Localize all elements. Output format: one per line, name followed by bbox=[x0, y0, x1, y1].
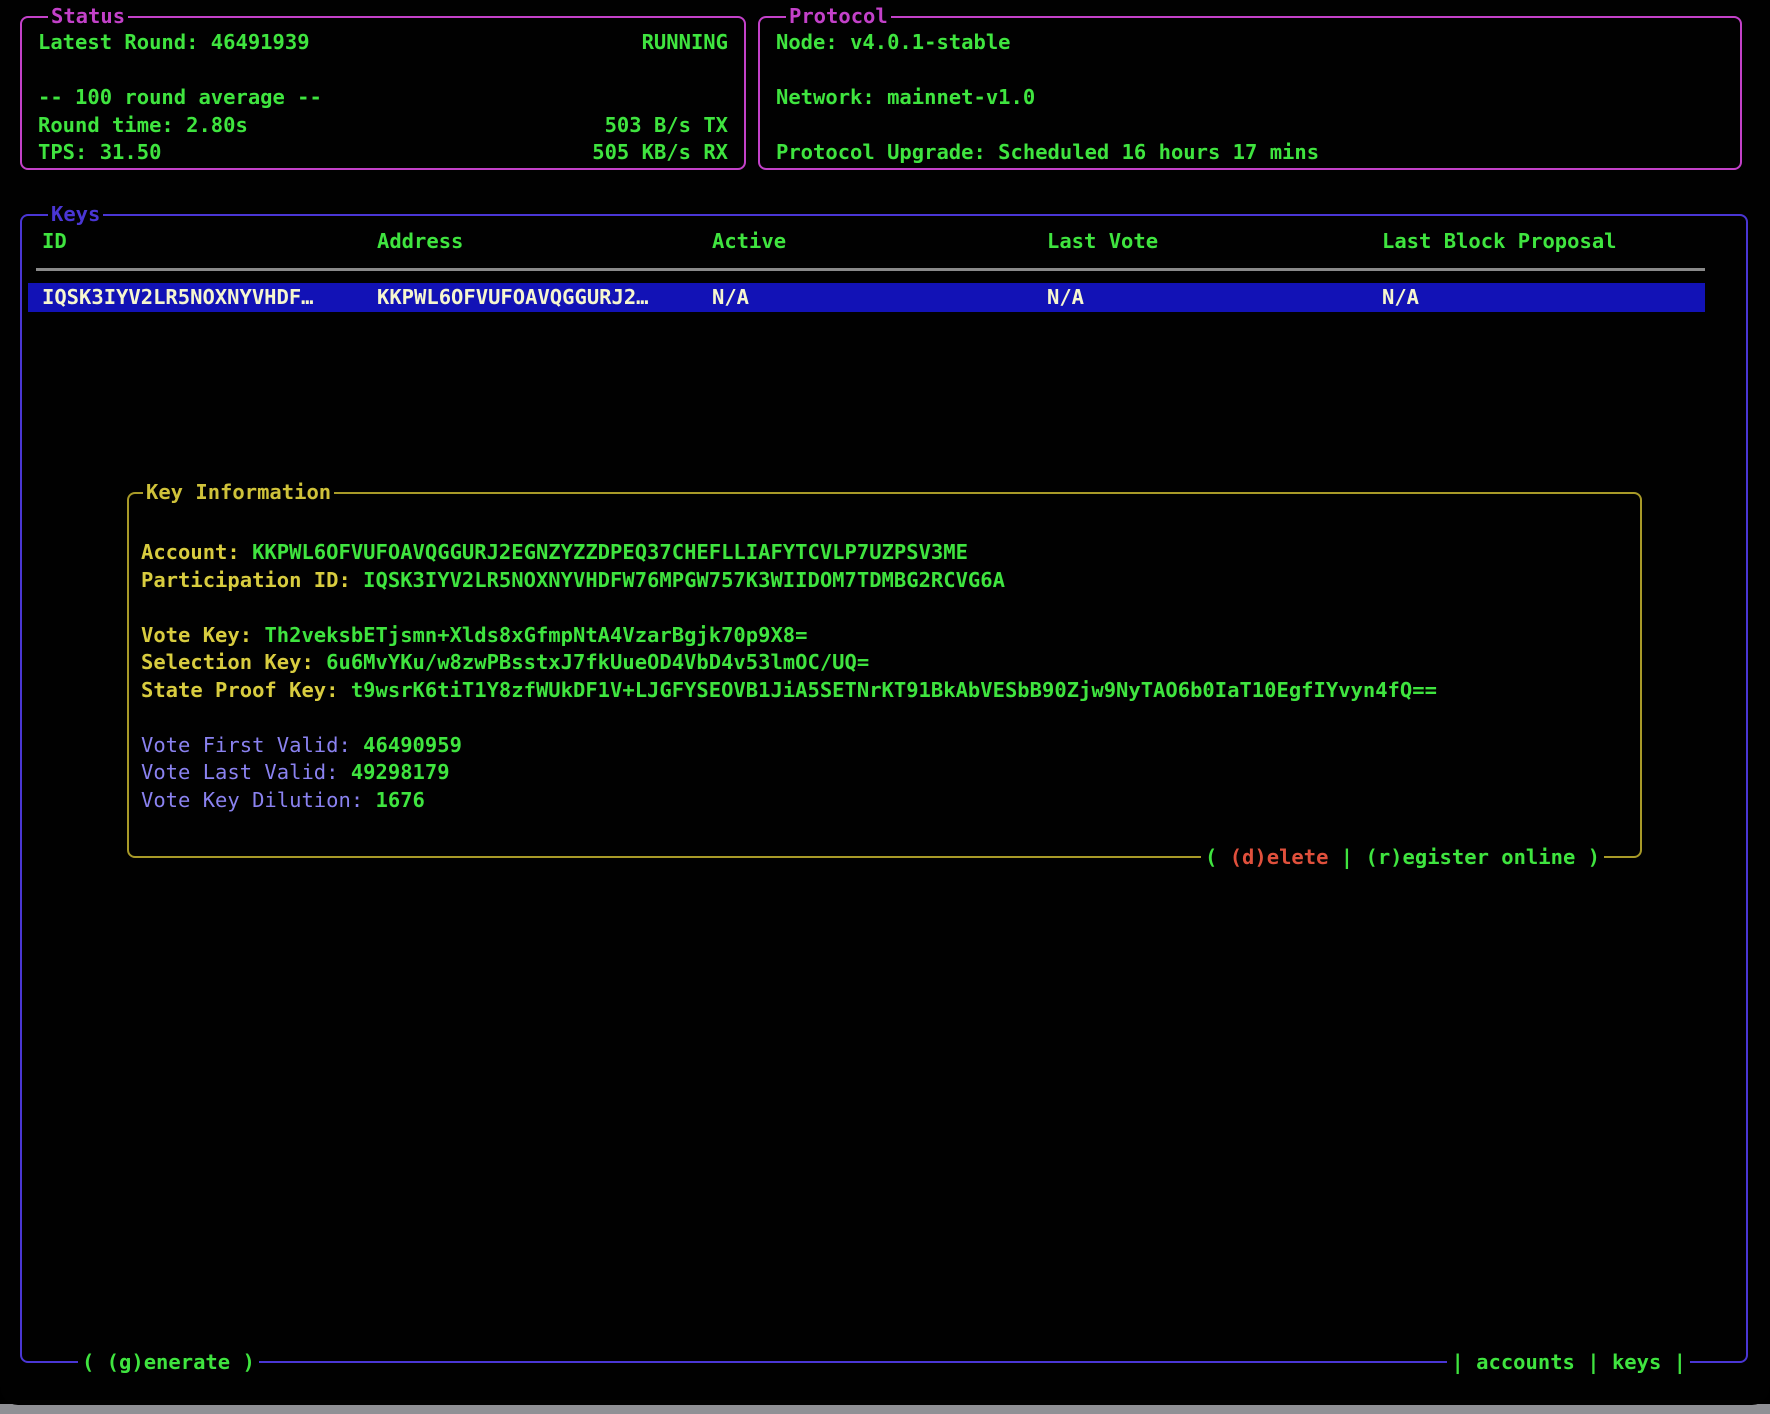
node-version: Node: v4.0.1-stable bbox=[776, 29, 1011, 57]
account-line: Account: KKPWL6OFVUFOAVQGGURJ2EGNZYZZDPE… bbox=[141, 539, 1640, 567]
vote-last-valid-label: Vote Last Valid: bbox=[141, 760, 338, 784]
page-nav: | accounts | keys | bbox=[1447, 1349, 1690, 1377]
round-time: Round time: 2.80s bbox=[38, 112, 248, 140]
row-cell-active: N/A bbox=[712, 284, 1047, 312]
tps-label: TPS: bbox=[38, 140, 87, 164]
status-line-round-time: Round time: 2.80s 503 B/s TX bbox=[38, 112, 728, 140]
table-header-separator bbox=[22, 256, 1746, 284]
status-panel: Status Latest Round: 46491939 RUNNING --… bbox=[20, 16, 746, 170]
spacer bbox=[38, 57, 728, 85]
table-row[interactable]: IQSK3IYV2LR5NOXNYVHDF… KKPWL6OFVUFOAVQGG… bbox=[28, 283, 1705, 312]
protocol-line-upgrade: Protocol Upgrade: Scheduled 16 hours 17 … bbox=[776, 139, 1724, 167]
vote-key-label: Vote Key: bbox=[141, 623, 252, 647]
account-label: Account: bbox=[141, 540, 240, 564]
protocol-upgrade: Protocol Upgrade: Scheduled 16 hours 17 … bbox=[776, 139, 1319, 167]
account-value: KKPWL6OFVUFOAVQGGURJ2EGNZYZZDPEQ37CHEFLL… bbox=[252, 540, 968, 564]
status-line-average-header: -- 100 round average -- bbox=[38, 84, 728, 112]
key-actions: ( (d)elete | (r)egister online ) bbox=[1201, 844, 1604, 872]
column-header-id: ID bbox=[42, 228, 377, 256]
status-panel-title: Status bbox=[48, 3, 128, 31]
row-cell-last-vote: N/A bbox=[1047, 284, 1382, 312]
node-state-badge: RUNNING bbox=[642, 29, 728, 57]
protocol-line-node: Node: v4.0.1-stable bbox=[776, 29, 1724, 57]
keys-panel: Keys ID Address Active Last Vote Last Bl… bbox=[20, 214, 1748, 1363]
round-average-header: -- 100 round average -- bbox=[38, 84, 322, 112]
node-version-label: Node: bbox=[776, 30, 838, 54]
column-header-last-vote: Last Vote bbox=[1047, 228, 1382, 256]
nav-open-pipe: | bbox=[1451, 1350, 1463, 1374]
vote-last-valid-line: Vote Last Valid: 49298179 bbox=[141, 759, 1640, 787]
protocol-panel: Protocol Node: v4.0.1-stable Network: ma… bbox=[758, 16, 1742, 170]
delete-action-button[interactable]: (d)elete bbox=[1230, 845, 1329, 869]
row-cell-last-block-proposal: N/A bbox=[1382, 284, 1717, 312]
tx-rate: 503 B/s TX bbox=[605, 112, 728, 140]
register-online-action-button[interactable]: (r)egister online bbox=[1365, 845, 1575, 869]
rx-rate: 505 KB/s RX bbox=[592, 139, 728, 167]
state-proof-key-label: State Proof Key: bbox=[141, 678, 338, 702]
state-proof-key-line: State Proof Key: t9wsrK6tiT1Y8zfWUkDF1V+… bbox=[141, 677, 1640, 705]
selection-key-label: Selection Key: bbox=[141, 650, 314, 674]
nav-tab-keys[interactable]: keys bbox=[1612, 1350, 1661, 1374]
participation-id-label: Participation ID: bbox=[141, 568, 351, 592]
generate-action-button[interactable]: ( (g)enerate ) bbox=[78, 1349, 259, 1377]
status-line-tps: TPS: 31.50 505 KB/s RX bbox=[38, 139, 728, 167]
spacer bbox=[776, 57, 1724, 85]
participation-id-line: Participation ID: IQSK3IYV2LR5NOXNYVHDFW… bbox=[141, 567, 1640, 595]
spacer bbox=[776, 112, 1724, 140]
vote-key-line: Vote Key: Th2veksbETjsmn+Xlds8xGfmpNtA4V… bbox=[141, 622, 1640, 650]
vote-first-valid-label: Vote First Valid: bbox=[141, 733, 351, 757]
tps-value: 31.50 bbox=[100, 140, 162, 164]
network: Network: mainnet-v1.0 bbox=[776, 84, 1035, 112]
column-header-active: Active bbox=[712, 228, 1047, 256]
node-version-value: v4.0.1-stable bbox=[850, 30, 1010, 54]
vote-key-dilution-value: 1676 bbox=[376, 788, 425, 812]
vote-key-dilution-line: Vote Key Dilution: 1676 bbox=[141, 787, 1640, 815]
vote-first-valid-line: Vote First Valid: 46490959 bbox=[141, 732, 1640, 760]
actions-open-paren: ( bbox=[1205, 845, 1217, 869]
actions-close-paren: ) bbox=[1588, 845, 1600, 869]
desktop-background-strip bbox=[0, 1404, 1770, 1414]
status-line-round: Latest Round: 46491939 RUNNING bbox=[38, 29, 728, 57]
keys-table-header: ID Address Active Last Vote Last Block P… bbox=[22, 228, 1746, 256]
keys-panel-title: Keys bbox=[48, 201, 103, 229]
latest-round: Latest Round: 46491939 bbox=[38, 29, 310, 57]
vote-last-valid-value: 49298179 bbox=[351, 760, 450, 784]
row-cell-address: KKPWL6OFVUFOAVQGGURJ2… bbox=[377, 284, 712, 312]
nav-close-pipe: | bbox=[1674, 1350, 1686, 1374]
key-information-title: Key Information bbox=[143, 479, 334, 507]
spacer bbox=[141, 704, 1640, 732]
network-value: mainnet-v1.0 bbox=[887, 85, 1035, 109]
vote-key-dilution-label: Vote Key Dilution: bbox=[141, 788, 363, 812]
terminal-window: Status Latest Round: 46491939 RUNNING --… bbox=[0, 0, 1770, 1405]
tps: TPS: 31.50 bbox=[38, 139, 161, 167]
spacer bbox=[141, 594, 1640, 622]
separator-line bbox=[36, 268, 1705, 271]
round-time-label: Round time: bbox=[38, 113, 174, 137]
key-information-panel: Key Information Account: KKPWL6OFVUFOAVQ… bbox=[127, 492, 1642, 858]
row-cell-id: IQSK3IYV2LR5NOXNYVHDF… bbox=[42, 284, 377, 312]
nav-divider-pipe: | bbox=[1587, 1350, 1599, 1374]
network-label: Network: bbox=[776, 85, 875, 109]
vote-key-value: Th2veksbETjsmn+Xlds8xGfmpNtA4VzarBgjk70p… bbox=[264, 623, 807, 647]
top-panels: Status Latest Round: 46491939 RUNNING --… bbox=[20, 16, 1742, 170]
protocol-line-network: Network: mainnet-v1.0 bbox=[776, 84, 1724, 112]
column-header-address: Address bbox=[377, 228, 712, 256]
column-header-last-block-proposal: Last Block Proposal bbox=[1382, 228, 1717, 256]
protocol-upgrade-label: Protocol Upgrade: bbox=[776, 140, 986, 164]
nav-tab-accounts[interactable]: accounts bbox=[1476, 1350, 1575, 1374]
round-time-value: 2.80s bbox=[186, 113, 248, 137]
participation-id-value: IQSK3IYV2LR5NOXNYVHDFW76MPGW757K3WIIDOM7… bbox=[363, 568, 1005, 592]
protocol-panel-title: Protocol bbox=[786, 3, 891, 31]
vote-first-valid-value: 46490959 bbox=[363, 733, 462, 757]
state-proof-key-value: t9wsrK6tiT1Y8zfWUkDF1V+LJGFYSEOVB1JiA5SE… bbox=[351, 678, 1437, 702]
actions-divider: | bbox=[1341, 845, 1353, 869]
latest-round-value: 46491939 bbox=[211, 30, 310, 54]
protocol-upgrade-value: Scheduled 16 hours 17 mins bbox=[998, 140, 1319, 164]
selection-key-line: Selection Key: 6u6MvYKu/w8zwPBsstxJ7fkUu… bbox=[141, 649, 1640, 677]
latest-round-label: Latest Round: bbox=[38, 30, 198, 54]
selection-key-value: 6u6MvYKu/w8zwPBsstxJ7fkUueOD4VbD4v53lmOC… bbox=[326, 650, 869, 674]
